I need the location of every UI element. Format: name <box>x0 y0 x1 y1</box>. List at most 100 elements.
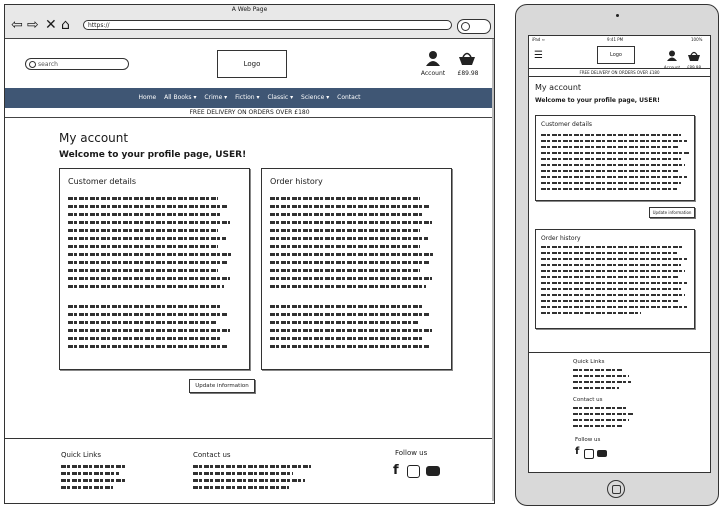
placeholder-text-line <box>541 306 687 308</box>
placeholder-text-line <box>68 197 218 200</box>
forward-arrow-icon[interactable]: ⇨ <box>27 18 39 32</box>
footer-contact-line <box>193 479 305 482</box>
footer-link-line[interactable] <box>61 472 119 475</box>
phone-footer-divider <box>529 352 710 353</box>
placeholder-text-line <box>541 134 681 136</box>
placeholder-text-line <box>68 305 220 308</box>
phone-home-button[interactable] <box>607 480 625 498</box>
footer-link-line[interactable] <box>61 486 113 489</box>
placeholder-text-line <box>270 277 432 280</box>
placeholder-text-line <box>68 205 228 208</box>
placeholder-text-line <box>68 329 230 332</box>
footer-link-line[interactable] <box>573 369 623 371</box>
youtube-icon[interactable] <box>426 466 440 476</box>
placeholder-text-line <box>541 182 681 184</box>
phone-footer-contact-heading: Contact us <box>573 397 603 403</box>
youtube-icon[interactable] <box>597 450 607 457</box>
phone-account-link[interactable]: Account <box>664 46 680 70</box>
status-carrier: iPad ≈ <box>532 37 545 42</box>
order-history-card: Order history <box>261 168 452 370</box>
placeholder-text-line <box>270 261 430 264</box>
phone-page-title: My account <box>535 83 582 92</box>
placeholder-text-line <box>270 285 426 288</box>
search-input[interactable]: search <box>25 58 129 70</box>
footer-contact-line <box>573 407 627 409</box>
basket-icon <box>459 52 475 65</box>
placeholder-text-line <box>270 313 430 316</box>
footer-link-line[interactable] <box>573 387 619 389</box>
footer-quick-links-heading: Quick Links <box>61 451 102 459</box>
customer-details-title: Customer details <box>68 177 137 186</box>
phone-customer-details-card: Customer details <box>535 115 695 201</box>
desktop-browser-window: A Web Page ⇦ ⇨ ✕ ⌂ https:// search Logo … <box>4 4 495 504</box>
footer-contact-line <box>573 425 623 427</box>
url-go-button[interactable] <box>457 19 491 34</box>
footer-contact-line <box>193 472 293 475</box>
facebook-icon[interactable]: f <box>575 446 579 457</box>
placeholder-text-line <box>68 337 222 340</box>
placeholder-text-line <box>68 221 230 224</box>
footer-link-line[interactable] <box>573 375 629 377</box>
placeholder-text-line <box>270 221 432 224</box>
phone-basket-link[interactable]: £89.98 <box>687 46 703 70</box>
nav-item-crime[interactable]: Crime ▾ <box>204 94 227 101</box>
nav-item-home[interactable]: Home <box>139 94 157 101</box>
instagram-icon[interactable] <box>407 465 420 478</box>
status-battery: 100% <box>691 37 703 42</box>
phone-footer-quick-links-heading: Quick Links <box>573 359 605 365</box>
phone-delivery-banner: FREE DELIVERY ON ORDERS OVER £180 <box>529 68 710 77</box>
close-icon[interactable]: ✕ <box>45 18 57 32</box>
placeholder-text-line <box>68 269 218 272</box>
placeholder-text-line <box>541 288 681 290</box>
placeholder-text-line <box>68 237 226 240</box>
hamburger-icon[interactable]: ☰ <box>534 50 543 61</box>
placeholder-text-line <box>541 282 687 284</box>
footer-link-line[interactable] <box>61 479 127 482</box>
browser-toolbar: ⇦ ⇨ ✕ ⌂ https:// <box>5 14 494 39</box>
placeholder-text-line <box>270 269 420 272</box>
url-bar[interactable]: https:// <box>83 20 452 30</box>
placeholder-text-line <box>270 205 430 208</box>
placeholder-text-line <box>68 245 218 248</box>
nav-item-classic[interactable]: Classic ▾ <box>267 94 293 101</box>
phone-logo[interactable]: Logo <box>597 46 635 64</box>
logo[interactable]: Logo <box>217 50 287 78</box>
placeholder-text-line <box>541 300 679 302</box>
phone-footer-follow-heading: Follow us <box>575 437 601 443</box>
placeholder-text-line <box>541 294 685 296</box>
scrollbar[interactable] <box>492 39 494 501</box>
phone-screen: iPad ≈ 9:41 PM 100% ☰ Logo Account £89.9… <box>528 35 711 473</box>
account-link[interactable]: Account <box>421 50 445 77</box>
status-time: 9:41 PM <box>607 37 624 42</box>
phone-order-history-title: Order history <box>541 235 581 242</box>
search-icon <box>29 61 36 68</box>
account-icon <box>667 50 677 61</box>
placeholder-text-line <box>270 245 420 248</box>
nav-item-fiction[interactable]: Fiction ▾ <box>235 94 259 101</box>
placeholder-text-line <box>270 345 430 348</box>
nav-item-science[interactable]: Science ▾ <box>301 94 329 101</box>
nav-item-contact[interactable]: Contact <box>337 94 360 101</box>
placeholder-text-line <box>68 277 230 280</box>
phone-update-information-button[interactable]: Update information <box>649 207 695 218</box>
placeholder-text-line <box>541 152 689 154</box>
back-arrow-icon[interactable]: ⇦ <box>11 18 23 32</box>
placeholder-text-line <box>270 253 434 256</box>
placeholder-text-line <box>541 158 681 160</box>
footer: Quick Links Contact us Follow us f <box>5 438 494 503</box>
footer-link-line[interactable] <box>573 381 631 383</box>
basket-icon <box>688 51 700 61</box>
nav-item-all-books[interactable]: All Books ▾ <box>164 94 196 101</box>
page-title: My account <box>59 131 129 145</box>
footer-link-line[interactable] <box>61 465 125 468</box>
order-history-title: Order history <box>270 177 323 186</box>
placeholder-text-line <box>541 176 687 178</box>
facebook-icon[interactable]: f <box>393 463 399 478</box>
footer-contact-line <box>193 486 289 489</box>
instagram-icon[interactable] <box>584 449 594 459</box>
basket-link[interactable]: £89.98 <box>457 50 479 77</box>
home-icon[interactable]: ⌂ <box>61 18 70 32</box>
placeholder-text-line <box>541 264 681 266</box>
update-information-button[interactable]: Update information <box>189 379 255 393</box>
placeholder-text-line <box>270 237 428 240</box>
